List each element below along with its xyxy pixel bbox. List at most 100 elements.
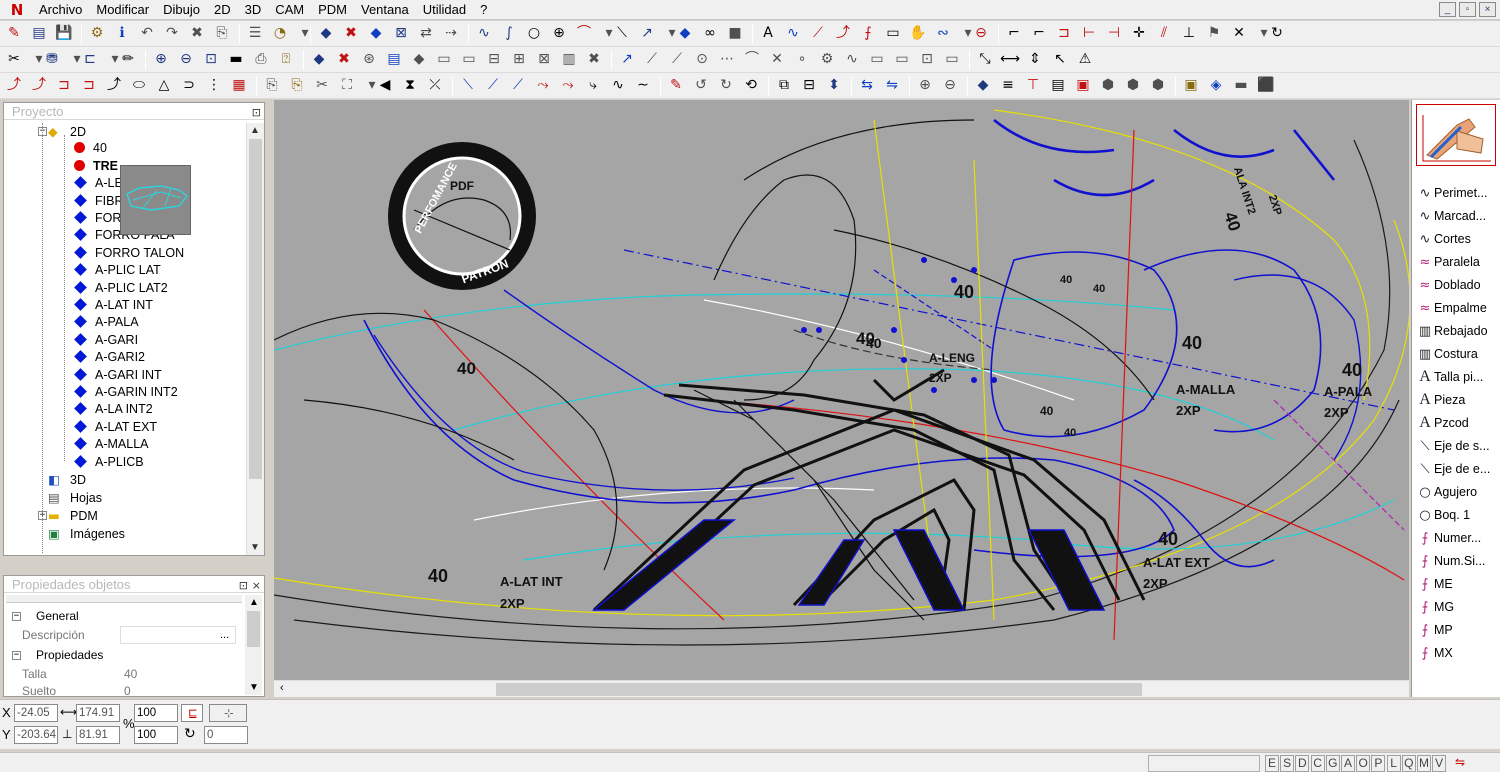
tree-item[interactable]: TRE <box>74 158 118 175</box>
cut-icon[interactable]: ✂ <box>4 49 24 70</box>
save-icon[interactable]: 💾 <box>54 23 74 44</box>
prop-section-general[interactable]: − General <box>6 607 242 626</box>
scroll-left-icon[interactable]: ‹ <box>280 682 284 694</box>
tool-empalme[interactable]: ≈ Empalme <box>1416 297 1500 319</box>
project-tree-scrollbar[interactable]: ▲ ▼ <box>246 123 264 555</box>
zoom-icon[interactable]: ⊕ <box>915 75 935 96</box>
list-icon[interactable]: ≡ <box>998 75 1018 96</box>
tool-mx[interactable]: ⨍ MX <box>1416 642 1500 664</box>
grid-icon[interactable]: ▤ <box>384 49 404 70</box>
tree-item[interactable]: ▣ Imágenes <box>48 525 125 542</box>
corner-e-icon[interactable]: ⤴ <box>104 75 124 96</box>
tee-icon[interactable]: ⊢ <box>1079 23 1099 44</box>
drawing-canvas[interactable]: PDF PERFOMANCE PATRON A-LAT INT 2XP 40 A… <box>274 100 1409 680</box>
angle-field[interactable]: 0 <box>204 726 248 744</box>
tree-item[interactable]: ◆ 2D <box>48 123 86 140</box>
tool-pzcod[interactable]: A Pzcod <box>1416 412 1500 434</box>
paste-icon[interactable]: ⎘ <box>287 75 307 96</box>
scroll-thumb[interactable] <box>249 139 262 479</box>
status-mode-o[interactable]: O <box>1356 755 1371 772</box>
corner-b-icon[interactable]: ⤴ <box>29 75 49 96</box>
route-icon[interactable]: ⤷ <box>583 75 603 96</box>
hook-icon[interactable]: ⤴ <box>833 23 853 44</box>
diamond-icon[interactable]: ◆ <box>409 49 429 70</box>
refresh-icon[interactable]: ↻ <box>1267 23 1287 44</box>
scroll-thumb[interactable] <box>247 611 260 647</box>
status-mode-a[interactable]: A <box>1341 755 1355 772</box>
tree-item[interactable]: A-PLIC LAT <box>74 262 161 279</box>
frame2-icon[interactable]: ▭ <box>892 49 912 70</box>
tool-eje-de-s[interactable]: ⟍ Eje de s... <box>1416 435 1500 457</box>
corner-a-icon[interactable]: ⤴ <box>4 75 24 96</box>
pin-icon[interactable]: ⊡ <box>252 104 261 121</box>
wave3-icon[interactable]: ∿ <box>608 75 628 96</box>
frame4-icon[interactable]: ▭ <box>942 49 962 70</box>
rotate-icon[interactable]: ↺ <box>691 75 711 96</box>
arrows-icon[interactable]: ⬍ <box>824 75 844 96</box>
collapse-icon[interactable]: − <box>12 651 21 660</box>
frame5-icon[interactable]: ▣ <box>1073 75 1093 96</box>
line2-icon[interactable]: ⟋ <box>642 49 662 70</box>
info-icon[interactable]: ℹ <box>112 23 132 44</box>
tilde-icon[interactable]: ∼ <box>633 75 653 96</box>
sheet-icon[interactable]: ▤ <box>1048 75 1068 96</box>
box2-icon[interactable]: ▭ <box>459 49 479 70</box>
tool-marcad[interactable]: ∿ Marcad... <box>1416 205 1500 227</box>
line4-icon[interactable]: ⟍ <box>458 75 478 96</box>
tree-item[interactable]: A-LA INT2 <box>74 401 153 418</box>
pointer-icon[interactable]: ↖ <box>1050 49 1070 70</box>
restore-window-icon[interactable]: ▫ <box>1459 2 1476 17</box>
cross2-icon[interactable]: ⤫ <box>425 75 445 96</box>
x-coordinate-field[interactable]: -24.05 <box>14 704 58 722</box>
wavy2-icon[interactable]: ⤳ <box>558 75 578 96</box>
status-mode-d[interactable]: D <box>1295 755 1310 772</box>
bar2-icon[interactable]: ▬ <box>1231 75 1251 96</box>
remove-icon[interactable]: ⊖ <box>971 23 991 44</box>
arrow-icon[interactable]: ↗ <box>617 49 637 70</box>
tree-item[interactable]: FORRO TALON <box>74 245 184 262</box>
properties-scrollbar[interactable]: ▲ ▼ <box>245 595 262 695</box>
x-icon[interactable]: ✖ <box>584 49 604 70</box>
status-mode-s[interactable]: S <box>1280 755 1295 772</box>
status-mode-v[interactable]: V <box>1432 755 1447 772</box>
zoom-out-icon[interactable]: ⊖ <box>176 49 196 70</box>
bar-icon[interactable]: ▬ <box>226 49 246 70</box>
vector-icon[interactable]: ↗ <box>637 23 657 44</box>
prop-value[interactable] <box>120 626 236 644</box>
status-mode-g[interactable]: G <box>1325 755 1340 772</box>
block-icon[interactable]: ■ <box>725 23 745 44</box>
tool-agujero[interactable]: ○ Agujero <box>1416 481 1500 503</box>
status-mode-m[interactable]: M <box>1417 755 1431 772</box>
tool-me[interactable]: ⨍ ME <box>1416 573 1500 595</box>
zoom-in-icon[interactable]: ⊕ <box>151 49 171 70</box>
help-icon[interactable]: ⍰ <box>276 49 296 70</box>
hex2-icon[interactable]: ⬢ <box>1123 75 1143 96</box>
new-doc-icon[interactable]: ▤ <box>29 23 49 44</box>
scroll-up-icon[interactable]: ▲ <box>249 597 259 608</box>
cancel-icon[interactable]: ✖ <box>334 49 354 70</box>
frame3-icon[interactable]: ⊡ <box>917 49 937 70</box>
cross-box-icon[interactable]: ⊠ <box>534 49 554 70</box>
tree-item[interactable]: A-MALLA <box>74 436 149 453</box>
y-coordinate-field[interactable]: -203.64 <box>14 726 58 744</box>
tree-item[interactable]: A-PLIC LAT2 <box>74 280 168 297</box>
menu-2d[interactable]: 2D <box>207 0 238 20</box>
node2-icon[interactable]: ◆ <box>973 75 993 96</box>
wave-icon[interactable]: ∿ <box>783 23 803 44</box>
dropdown-icon[interactable]: ▾ <box>295 23 315 44</box>
mirror-icon[interactable]: ⊑ <box>181 704 203 722</box>
height-field[interactable]: 81.91 <box>76 726 120 744</box>
line6-icon[interactable]: ⟋ <box>508 75 528 96</box>
fill-icon[interactable]: ◆ <box>675 23 695 44</box>
corner-c-icon[interactable]: ⊐ <box>54 75 74 96</box>
perp-icon[interactable]: ⊥ <box>1179 23 1199 44</box>
height-icon[interactable]: ⇕ <box>1025 49 1045 70</box>
curve-icon[interactable]: ∫ <box>499 23 519 44</box>
loop-icon[interactable]: ∞ <box>700 23 720 44</box>
point-icon[interactable]: ⊕ <box>549 23 569 44</box>
menu-dibujo[interactable]: Dibujo <box>156 0 207 20</box>
tool-talla-pi[interactable]: A Talla pi... <box>1416 366 1500 388</box>
tool-boq-1[interactable]: ○ Boq. 1 <box>1416 504 1500 526</box>
group-icon[interactable]: ⊠ <box>391 23 411 44</box>
menu-help[interactable]: ? <box>473 0 494 20</box>
